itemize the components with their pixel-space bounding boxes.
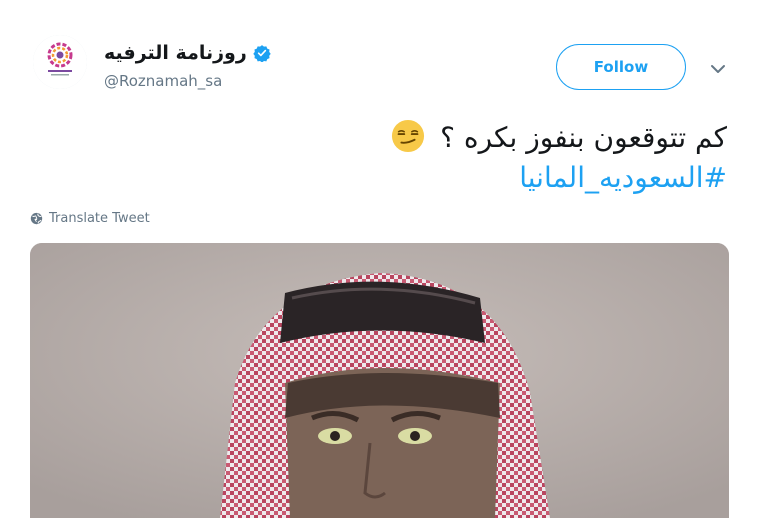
follow-button[interactable]: Follow [556,44,686,90]
translate-tweet-link[interactable]: Translate Tweet [30,211,150,226]
tweet-header: روزنامة الترفيه @Roznamah_sa Follow [0,0,777,110]
chevron-down-icon[interactable] [709,60,727,78]
media-image [30,243,729,518]
user-info: روزنامة الترفيه @Roznamah_sa [104,40,271,90]
display-name[interactable]: روزنامة الترفيه [104,42,247,64]
hashtag-link[interactable]: #السعوديه_المانيا [127,158,727,198]
tweet-text-line: كم تتوقعون بنفوز بكره ؟ [127,118,727,158]
tweet-media[interactable] [30,243,729,518]
avatar[interactable] [33,35,87,89]
tweet-text: كم تتوقعون بنفوز بكره ؟ #السعوديه_الماني… [127,118,727,198]
display-name-row: روزنامة الترفيه [104,40,271,66]
globe-icon [30,212,43,225]
verified-badge-icon [253,45,271,62]
tweet-text-content: كم تتوقعون بنفوز بكره ؟ [440,121,727,154]
smirking-face-icon [392,119,425,153]
translate-label: Translate Tweet [49,211,150,226]
handle[interactable]: @Roznamah_sa [104,72,271,90]
